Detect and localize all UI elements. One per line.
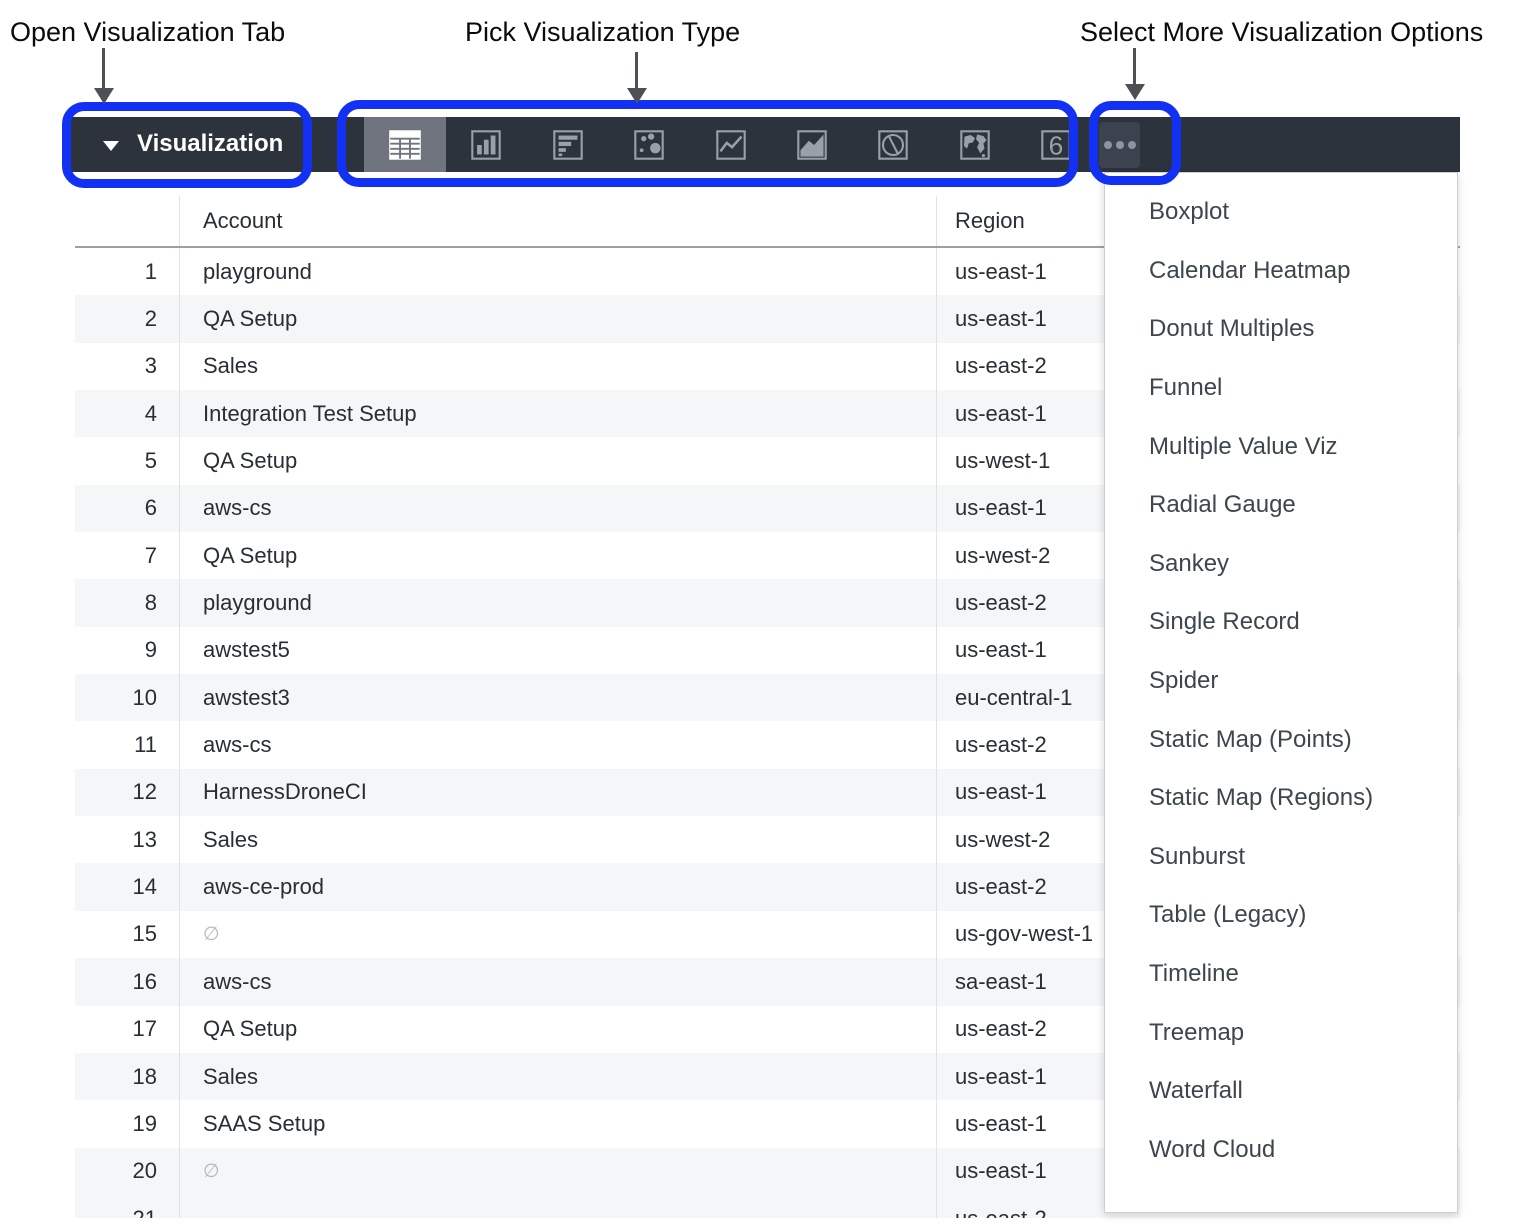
visualization-tab-label: Visualization [137,130,283,158]
menu-item-multiple-value-viz[interactable]: Multiple Value Viz [1105,417,1457,476]
menu-item-treemap[interactable]: Treemap [1105,1003,1457,1062]
account-cell[interactable]: awstest3 [180,674,937,721]
account-cell[interactable]: ∅ [180,1148,937,1195]
row-number-cell: 14 [75,863,180,910]
row-number-cell: 3 [75,343,180,390]
row-number-cell: 10 [75,674,180,721]
menu-item-static-map-points[interactable]: Static Map (Points) [1105,710,1457,769]
null-value-icon: ∅ [203,1160,220,1183]
row-number-cell: 6 [75,485,180,532]
viz-type-pie-icon[interactable] [852,117,934,172]
row-number-cell: 20 [75,1148,180,1195]
account-cell[interactable]: Sales [180,1053,937,1100]
row-number-cell: 8 [75,579,180,626]
account-cell[interactable]: Sales [180,816,937,863]
account-column-header[interactable]: Account [180,196,937,246]
menu-item-boxplot[interactable]: Boxplot [1105,183,1457,242]
more-visualizations-menu: BoxplotCalendar HeatmapDonut MultiplesFu… [1104,172,1458,1213]
menu-item-sunburst[interactable]: Sunburst [1105,828,1457,887]
row-number-cell: 4 [75,390,180,437]
null-value-icon: ∅ [203,923,220,946]
row-number-cell: 16 [75,958,180,1005]
row-number-cell: 9 [75,627,180,674]
row-number-cell: 19 [75,1100,180,1147]
account-cell[interactable]: SAAS Setup [180,1100,937,1147]
account-cell[interactable] [180,1195,937,1218]
account-cell[interactable]: QA Setup [180,1006,937,1053]
account-cell[interactable]: awstest5 [180,627,937,674]
account-cell[interactable]: playground [180,579,937,626]
account-cell[interactable]: QA Setup [180,532,937,579]
ellipsis-icon [1128,141,1136,149]
caret-down-icon [103,141,119,151]
menu-item-donut-multiples[interactable]: Donut Multiples [1105,300,1457,359]
row-number-cell: 18 [75,1053,180,1100]
account-cell[interactable]: ∅ [180,911,937,958]
account-cell[interactable]: Sales [180,343,937,390]
menu-item-table-legacy[interactable]: Table (Legacy) [1105,886,1457,945]
viz-type-row-chart-icon[interactable] [527,117,609,172]
annotation-pick-visualization-type: Pick Visualization Type [465,17,740,48]
visualization-tab-button[interactable]: Visualization [71,117,311,172]
menu-item-spider[interactable]: Spider [1105,652,1457,711]
account-cell[interactable]: aws-ce-prod [180,863,937,910]
menu-item-sankey[interactable]: Sankey [1105,535,1457,594]
menu-item-radial-gauge[interactable]: Radial Gauge [1105,476,1457,535]
menu-item-funnel[interactable]: Funnel [1105,359,1457,418]
ellipsis-icon [1116,141,1124,149]
row-number-cell: 7 [75,532,180,579]
account-cell[interactable]: aws-cs [180,485,937,532]
menu-item-single-record[interactable]: Single Record [1105,593,1457,652]
row-number-cell: 21 [75,1195,180,1218]
viz-type-line-icon[interactable] [690,117,772,172]
row-number-header [75,196,180,246]
viz-type-single-value-icon[interactable]: 6 [1015,117,1097,172]
visualization-toolbar: Visualization 6 [71,117,1460,172]
menu-item-timeline[interactable]: Timeline [1105,945,1457,1004]
row-number-cell: 15 [75,911,180,958]
account-cell[interactable]: QA Setup [180,437,937,484]
account-cell[interactable]: playground [180,248,937,295]
menu-item-waterfall[interactable]: Waterfall [1105,1062,1457,1121]
row-number-cell: 17 [75,1006,180,1053]
account-cell[interactable]: Integration Test Setup [180,390,937,437]
viz-type-map-icon[interactable] [934,117,1016,172]
svg-text:6: 6 [1049,130,1064,160]
account-cell[interactable]: aws-cs [180,721,937,768]
row-number-cell: 12 [75,769,180,816]
row-number-cell: 5 [75,437,180,484]
row-number-cell: 11 [75,721,180,768]
viz-type-scatter-icon[interactable] [608,117,690,172]
viz-type-bar-chart-icon[interactable] [445,117,527,172]
row-number-cell: 13 [75,816,180,863]
annotation-open-visualization-tab: Open Visualization Tab [10,17,285,48]
more-visualization-options-button[interactable] [1099,122,1140,168]
row-number-cell: 2 [75,295,180,342]
menu-item-calendar-heatmap[interactable]: Calendar Heatmap [1105,242,1457,301]
ellipsis-icon [1104,141,1112,149]
annotation-select-more-options: Select More Visualization Options [1080,17,1483,48]
account-cell[interactable]: HarnessDroneCI [180,769,937,816]
account-cell[interactable]: aws-cs [180,958,937,1005]
menu-item-static-map-regions[interactable]: Static Map (Regions) [1105,769,1457,828]
menu-item-word-cloud[interactable]: Word Cloud [1105,1121,1457,1180]
viz-type-area-icon[interactable] [771,117,853,172]
viz-type-table-icon[interactable] [364,117,446,172]
row-number-cell: 1 [75,248,180,295]
account-cell[interactable]: QA Setup [180,295,937,342]
